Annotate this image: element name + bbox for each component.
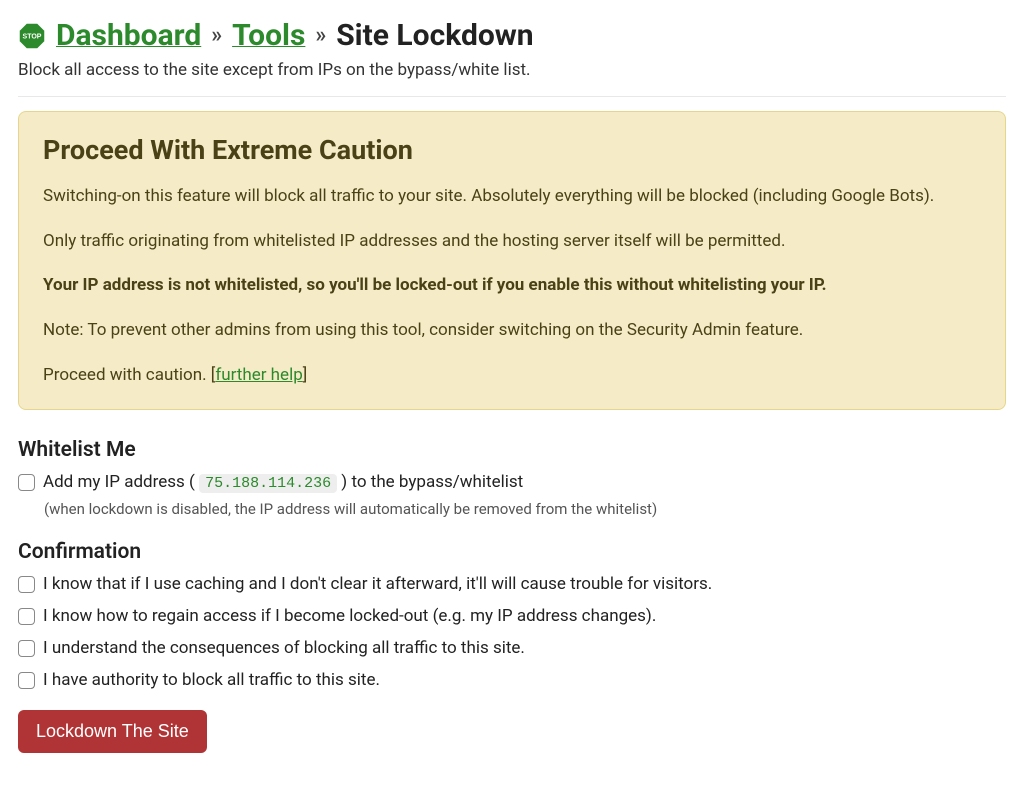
- warning-text-4: Note: To prevent other admins from using…: [43, 318, 981, 343]
- warning-title: Proceed With Extreme Caution: [43, 134, 981, 166]
- breadcrumb-current: Site Lockdown: [336, 18, 533, 54]
- breadcrumb-dashboard-link[interactable]: Dashboard: [56, 18, 201, 54]
- warning-text-2: Only traffic originating from whiteliste…: [43, 229, 981, 254]
- warning-panel: Proceed With Extreme Caution Switching-o…: [18, 111, 1006, 410]
- confirmation-checkbox-4[interactable]: [18, 672, 35, 689]
- breadcrumb-separator: »: [315, 23, 326, 49]
- warning-text-5-suffix: ]: [303, 365, 308, 385]
- confirmation-label-1[interactable]: I know that if I use caching and I don't…: [43, 574, 712, 594]
- confirmation-checkbox-3[interactable]: [18, 640, 35, 657]
- whitelist-label-prefix: Add my IP address (: [43, 472, 199, 492]
- confirmation-checkbox-1[interactable]: [18, 576, 35, 593]
- whitelist-heading: Whitelist Me: [18, 438, 1006, 462]
- confirmation-row: I have authority to block all traffic to…: [18, 670, 1006, 690]
- warning-text-5: Proceed with caution. [further help]: [43, 363, 981, 388]
- divider: [18, 96, 1006, 97]
- lockdown-button[interactable]: Lockdown The Site: [18, 710, 207, 753]
- confirmation-heading: Confirmation: [18, 540, 1006, 564]
- whitelist-label-suffix: ) to the bypass/whitelist: [337, 472, 523, 492]
- confirmation-checkbox-2[interactable]: [18, 608, 35, 625]
- confirmation-row: I know that if I use caching and I don't…: [18, 574, 1006, 594]
- confirmation-label-4[interactable]: I have authority to block all traffic to…: [43, 670, 380, 690]
- whitelist-me-label[interactable]: Add my IP address ( 75.188.114.236 ) to …: [43, 472, 523, 492]
- breadcrumb-tools-link[interactable]: Tools: [232, 18, 305, 54]
- whitelist-note: (when lockdown is disabled, the IP addre…: [44, 500, 1006, 518]
- svg-text:STOP: STOP: [23, 34, 42, 41]
- breadcrumb-separator: »: [211, 23, 222, 49]
- confirmation-row: I understand the consequences of blockin…: [18, 638, 1006, 658]
- warning-text-3: Your IP address is not whitelisted, so y…: [43, 273, 981, 298]
- stop-icon: STOP: [18, 22, 46, 50]
- confirmation-row: I know how to regain access if I become …: [18, 606, 1006, 626]
- confirmation-section: Confirmation I know that if I use cachin…: [18, 540, 1006, 690]
- confirmation-label-2[interactable]: I know how to regain access if I become …: [43, 606, 656, 626]
- whitelist-me-row: Add my IP address ( 75.188.114.236 ) to …: [18, 472, 1006, 492]
- further-help-link[interactable]: further help: [215, 365, 302, 385]
- whitelist-ip-value: 75.188.114.236: [199, 474, 337, 493]
- warning-text-1: Switching-on this feature will block all…: [43, 184, 981, 209]
- whitelist-me-checkbox[interactable]: [18, 474, 35, 491]
- breadcrumb: STOP Dashboard » Tools » Site Lockdown: [18, 18, 1006, 54]
- page-subheading: Block all access to the site except from…: [18, 60, 1006, 80]
- warning-text-5-prefix: Proceed with caution. [: [43, 365, 215, 385]
- confirmation-label-3[interactable]: I understand the consequences of blockin…: [43, 638, 525, 658]
